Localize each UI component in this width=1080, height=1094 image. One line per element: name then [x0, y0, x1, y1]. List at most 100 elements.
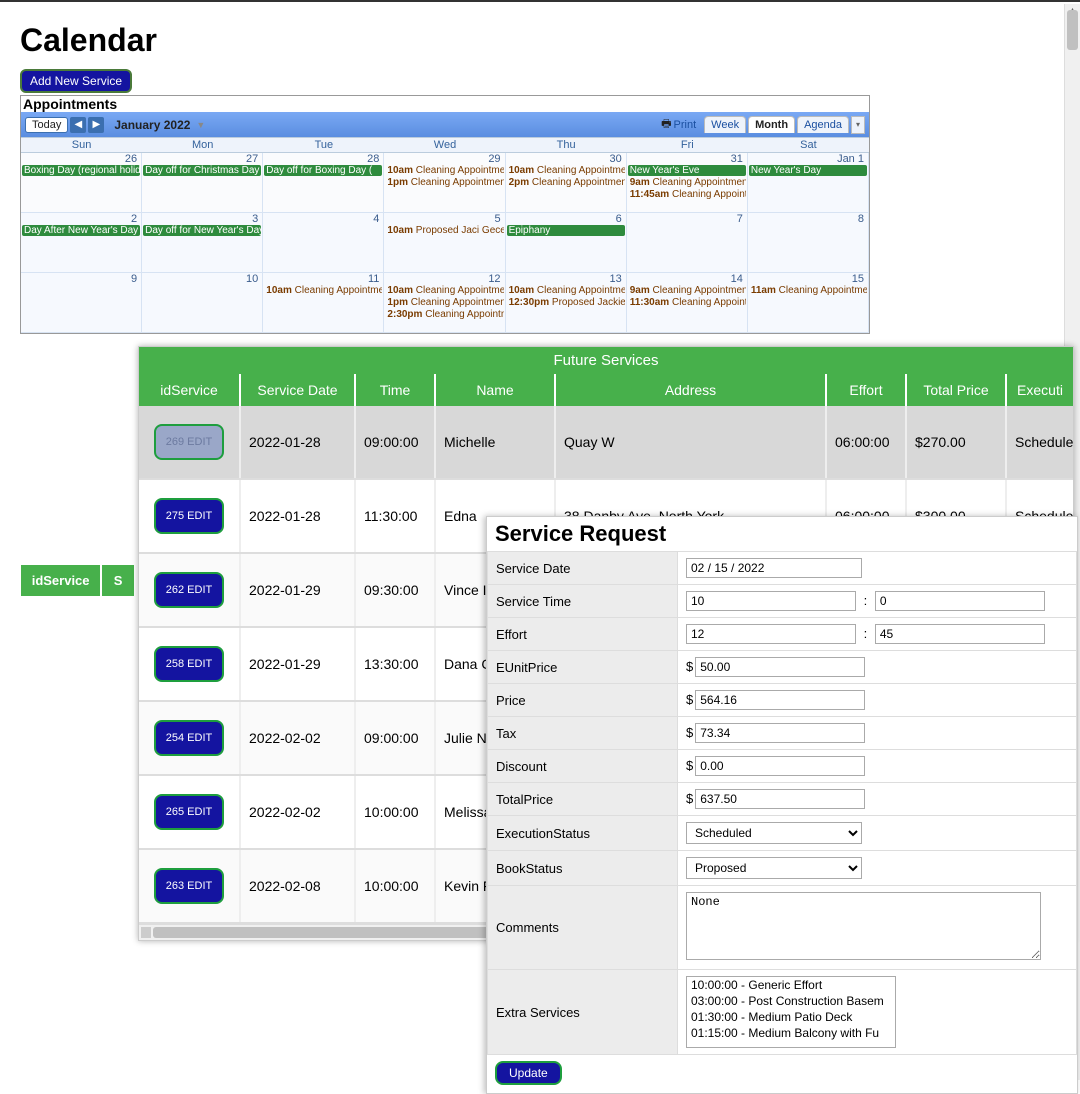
day-number: 6 [506, 213, 626, 225]
cell-date: 2022-02-02 [239, 702, 354, 774]
cell-id: 263 EDIT [139, 850, 239, 922]
extra-service-option[interactable]: 10:00:00 - Generic Effort [687, 977, 895, 993]
day-cell[interactable]: 1310am Cleaning Appointmen12:30pm Propos… [506, 273, 627, 332]
calendar-event[interactable]: 10am Cleaning Appointmen [507, 285, 625, 296]
day-cell[interactable]: 2Day After New Year's Day [21, 213, 142, 272]
calendar-event[interactable]: Day off for Christmas Day [143, 165, 261, 176]
day-number: Jan 1 [748, 153, 868, 165]
day-cell[interactable]: 27Day off for Christmas Day [142, 153, 263, 212]
day-cell[interactable]: 4 [263, 213, 384, 272]
view-more-button[interactable]: ▾ [851, 116, 865, 134]
bookstatus-select[interactable]: Proposed [686, 857, 862, 879]
calendar-event[interactable]: New Year's Day [749, 165, 867, 176]
extra-service-option[interactable]: 03:00:00 - Post Construction Basem [687, 993, 895, 1009]
edit-button[interactable]: 263 EDIT [154, 868, 224, 904]
totalprice-input[interactable] [695, 789, 865, 809]
calendar-event[interactable]: 9am Cleaning Appointment [628, 177, 746, 188]
update-button[interactable]: Update [495, 1061, 562, 1085]
service-time-min[interactable] [875, 591, 1045, 611]
day-cell[interactable]: 510am Proposed Jaci Gecelt [384, 213, 505, 272]
view-tab-month[interactable]: Month [748, 116, 795, 133]
add-new-service-button[interactable]: Add New Service [20, 69, 132, 93]
day-cell[interactable]: 1210am Cleaning Appointmen1pm Cleaning A… [384, 273, 505, 332]
day-cell[interactable]: 10 [142, 273, 263, 332]
calendar-widget: Appointments Today ◀ ▶ January 2022 ▼ 🖶 … [20, 95, 870, 334]
day-number: 12 [384, 273, 504, 285]
day-cell[interactable]: 2910am Cleaning Appointmen1pm Cleaning A… [384, 153, 505, 212]
effort-hour[interactable] [686, 624, 856, 644]
effort-min[interactable] [875, 624, 1045, 644]
calendar-event[interactable]: Day off for Boxing Day ( [264, 165, 382, 176]
calendar-toolbar: Today ◀ ▶ January 2022 ▼ 🖶 Print Week Mo… [21, 112, 869, 137]
day-cell[interactable]: 9 [21, 273, 142, 332]
edit-button[interactable]: 262 EDIT [154, 572, 224, 608]
cell-eff: 06:00:00 [825, 406, 905, 478]
calendar-event[interactable]: 11:45am Cleaning Appointm [628, 189, 746, 200]
calendar-event[interactable]: 10am Cleaning Appointmen [385, 165, 503, 176]
calendar-event[interactable]: 9am Cleaning Appointment [628, 285, 746, 296]
hscroll-left-icon[interactable] [141, 927, 151, 938]
calendar-event[interactable]: Boxing Day (regional holiday [22, 165, 140, 176]
edit-button[interactable]: 275 EDIT [154, 498, 224, 534]
calendar-event[interactable]: Day After New Year's Day [22, 225, 140, 236]
executionstatus-select[interactable]: Scheduled [686, 822, 862, 844]
day-cell[interactable]: 6Epiphany [506, 213, 627, 272]
month-label[interactable]: January 2022 [114, 118, 190, 132]
calendar-event[interactable]: 10am Cleaning Appointmen [264, 285, 382, 296]
tax-input[interactable] [695, 723, 865, 743]
calendar-event[interactable]: 1pm Cleaning Appointment [385, 177, 503, 188]
view-tab-agenda[interactable]: Agenda [797, 116, 849, 133]
next-month-button[interactable]: ▶ [88, 117, 104, 133]
calendar-event[interactable]: Epiphany [507, 225, 625, 236]
comments-textarea[interactable] [686, 892, 1041, 960]
label-tax: Tax [488, 717, 678, 750]
extra-services-list[interactable]: 10:00:00 - Generic Effort03:00:00 - Post… [686, 976, 896, 1048]
service-time-hour[interactable] [686, 591, 856, 611]
price-input[interactable] [695, 690, 865, 710]
calendar-event[interactable]: Day off for New Year's Day [143, 225, 261, 236]
today-button[interactable]: Today [25, 117, 68, 133]
edit-button[interactable]: 265 EDIT [154, 794, 224, 830]
day-cell[interactable]: 149am Cleaning Appointment11:30am Cleani… [627, 273, 748, 332]
colon-icon: : [864, 626, 868, 641]
month-dropdown-icon[interactable]: ▼ [196, 120, 205, 130]
day-cell[interactable]: 7 [627, 213, 748, 272]
edit-button[interactable]: 269 EDIT [154, 424, 224, 460]
eunitprice-input[interactable] [695, 657, 865, 677]
day-cell[interactable]: 1511am Cleaning Appointmen [748, 273, 869, 332]
extra-service-option[interactable]: 01:30:00 - Medium Patio Deck [687, 1009, 895, 1025]
scrollbar-thumb[interactable] [1067, 10, 1078, 50]
calendar-event[interactable]: New Year's Eve [628, 165, 746, 176]
day-cell[interactable]: 31New Year's Eve9am Cleaning Appointment… [627, 153, 748, 212]
extra-service-option[interactable]: 01:15:00 - Medium Balcony with Fu [687, 1025, 895, 1041]
prev-month-button[interactable]: ◀ [70, 117, 86, 133]
view-tab-week[interactable]: Week [704, 116, 746, 133]
print-link[interactable]: Print [674, 119, 697, 131]
event-time: 11:45am [630, 189, 672, 200]
calendar-event[interactable]: 10am Proposed Jaci Gecelt [385, 225, 503, 236]
calendar-event[interactable]: 11am Cleaning Appointmen [749, 285, 867, 296]
cell-time: 11:30:00 [354, 480, 434, 552]
day-cell[interactable]: 3010am Cleaning Appointmen2pm Cleaning A… [506, 153, 627, 212]
calendar-event[interactable]: 1pm Cleaning Appointment [385, 297, 503, 308]
service-date-input[interactable] [686, 558, 862, 578]
event-time: 9am [630, 285, 653, 296]
day-cell[interactable]: 28Day off for Boxing Day ( [263, 153, 384, 212]
discount-input[interactable] [695, 756, 865, 776]
calendar-event[interactable]: 2:30pm Cleaning Appointm [385, 309, 503, 320]
calendar-event[interactable]: 10am Cleaning Appointmen [385, 285, 503, 296]
page-title: Calendar [20, 22, 1080, 59]
calendar-event[interactable]: 10am Cleaning Appointmen [507, 165, 625, 176]
calendar-event[interactable]: 12:30pm Proposed Jackie K [507, 297, 625, 308]
future-header: Total Price [905, 374, 1005, 406]
edit-button[interactable]: 254 EDIT [154, 720, 224, 756]
calendar-event[interactable]: 2pm Cleaning Appointmen [507, 177, 625, 188]
edit-button[interactable]: 258 EDIT [154, 646, 224, 682]
day-cell[interactable]: 26Boxing Day (regional holiday [21, 153, 142, 212]
service-request-title: Service Request [487, 517, 1077, 551]
day-cell[interactable]: 8 [748, 213, 869, 272]
day-cell[interactable]: 3Day off for New Year's Day [142, 213, 263, 272]
day-cell[interactable]: Jan 1New Year's Day [748, 153, 869, 212]
calendar-event[interactable]: 11:30am Cleaning Appointm [628, 297, 746, 308]
day-cell[interactable]: 1110am Cleaning Appointmen [263, 273, 384, 332]
